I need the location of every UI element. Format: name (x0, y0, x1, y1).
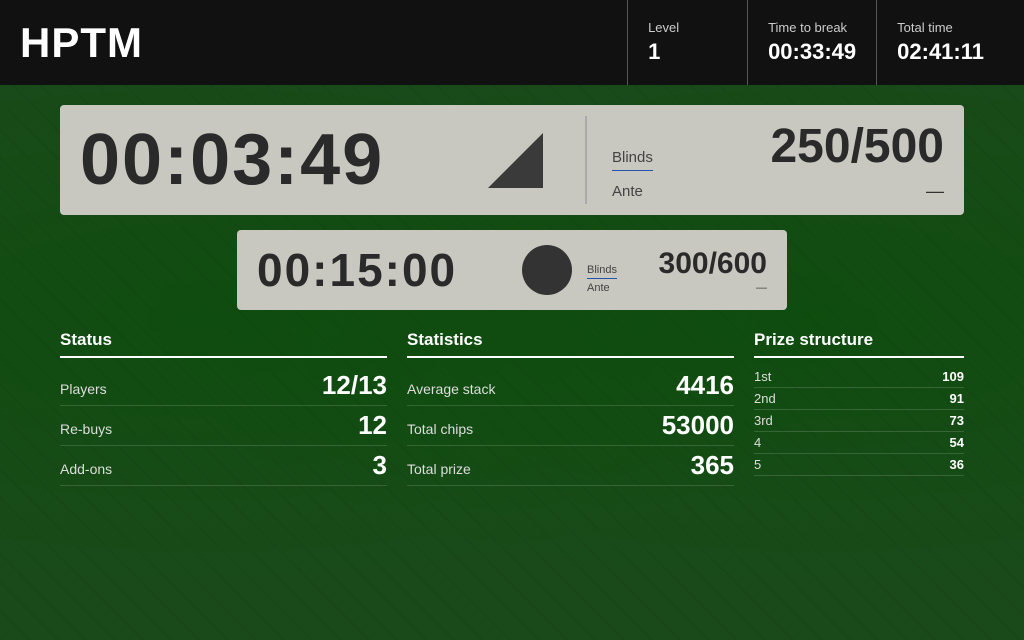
prize-row: 2nd 91 (754, 388, 964, 410)
bottom-stats: Status Players 12/13 Re-buys 12 Add-ons … (60, 330, 964, 486)
total-prize-row: Total prize 365 (407, 446, 734, 486)
addons-label: Add-ons (60, 461, 112, 477)
time-to-break-stat: Time to break 00:33:49 (747, 0, 876, 85)
status-title: Status (60, 330, 387, 358)
timer-display-small: 00:15:00 (257, 243, 507, 297)
blinds-label-small: Blinds (587, 264, 617, 279)
ante-value-small: — (756, 282, 767, 294)
prize-row: 5 36 (754, 454, 964, 476)
statistics-title: Statistics (407, 330, 734, 358)
total-prize-label: Total prize (407, 461, 471, 477)
avg-stack-row: Average stack 4416 (407, 366, 734, 406)
avg-stack-value: 4416 (676, 370, 734, 401)
prize-place-label: 5 (754, 457, 761, 472)
total-chips-value: 53000 (662, 410, 734, 441)
app-title: HPTM (20, 19, 627, 67)
corner-shape-icon (488, 133, 543, 188)
prize-row: 1st 109 (754, 366, 964, 388)
ante-label-large: Ante (612, 183, 643, 200)
players-value: 12/13 (322, 370, 387, 401)
timer-display-large: 00:03:49 (80, 119, 460, 201)
total-time-label: Total time (897, 20, 984, 35)
rebuys-label: Re-buys (60, 421, 112, 437)
avg-stack-label: Average stack (407, 381, 495, 397)
header: HPTM Level 1 Time to break 00:33:49 Tota… (0, 0, 1024, 85)
level-stat: Level 1 (627, 0, 747, 85)
prize-place-label: 3rd (754, 413, 773, 428)
blinds-value-large: 250/500 (770, 119, 944, 174)
prize-amount-value: 109 (942, 369, 964, 384)
level-value: 1 (648, 39, 727, 65)
ante-row-small: Ante — (587, 282, 767, 294)
time-to-break-value: 00:33:49 (768, 39, 856, 65)
total-time-stat: Total time 02:41:11 (876, 0, 1004, 85)
prize-amount-value: 36 (950, 457, 964, 472)
total-time-value: 02:41:11 (897, 39, 984, 65)
timer-panel-large: 00:03:49 Blinds 250/500 Ante — (60, 105, 964, 215)
prize-place-label: 1st (754, 369, 771, 384)
total-chips-row: Total chips 53000 (407, 406, 734, 446)
vertical-divider (585, 116, 587, 204)
prize-row: 4 54 (754, 432, 964, 454)
ante-label-small: Ante (587, 282, 610, 294)
prize-amount-value: 73 (950, 413, 964, 428)
players-label: Players (60, 381, 107, 397)
main-content: 00:03:49 Blinds 250/500 Ante — 00:15:00 … (0, 85, 1024, 506)
rebuys-value: 12 (358, 410, 387, 441)
header-stats: Level 1 Time to break 00:33:49 Total tim… (627, 0, 1004, 85)
prize-amount-value: 54 (950, 435, 964, 450)
total-prize-value: 365 (691, 450, 734, 481)
addons-value: 3 (373, 450, 387, 481)
blinds-info-large: Blinds 250/500 Ante — (602, 119, 944, 202)
ante-row-large: Ante — (612, 181, 944, 202)
blinds-info-small: Blinds 300/600 Ante — (587, 247, 767, 294)
blinds-label-large: Blinds (612, 149, 653, 171)
prize-title: Prize structure (754, 330, 964, 358)
timer-circle-icon (522, 245, 572, 295)
rebuys-row: Re-buys 12 (60, 406, 387, 446)
addons-row: Add-ons 3 (60, 446, 387, 486)
prize-place-label: 4 (754, 435, 761, 450)
timer-panel-small: 00:15:00 Blinds 300/600 Ante — (237, 230, 787, 310)
status-section: Status Players 12/13 Re-buys 12 Add-ons … (60, 330, 387, 486)
statistics-section: Statistics Average stack 4416 Total chip… (407, 330, 734, 486)
total-chips-label: Total chips (407, 421, 473, 437)
timer-icon-large (480, 125, 550, 195)
ante-value-large: — (926, 181, 944, 202)
level-label: Level (648, 20, 727, 35)
players-row: Players 12/13 (60, 366, 387, 406)
blinds-value-small: 300/600 (659, 247, 767, 281)
prize-rows: 1st 109 2nd 91 3rd 73 4 54 5 36 (754, 366, 964, 476)
time-to-break-label: Time to break (768, 20, 856, 35)
prize-place-label: 2nd (754, 391, 776, 406)
prize-section: Prize structure 1st 109 2nd 91 3rd 73 4 54 5 36 (754, 330, 964, 486)
prize-amount-value: 91 (950, 391, 964, 406)
prize-row: 3rd 73 (754, 410, 964, 432)
